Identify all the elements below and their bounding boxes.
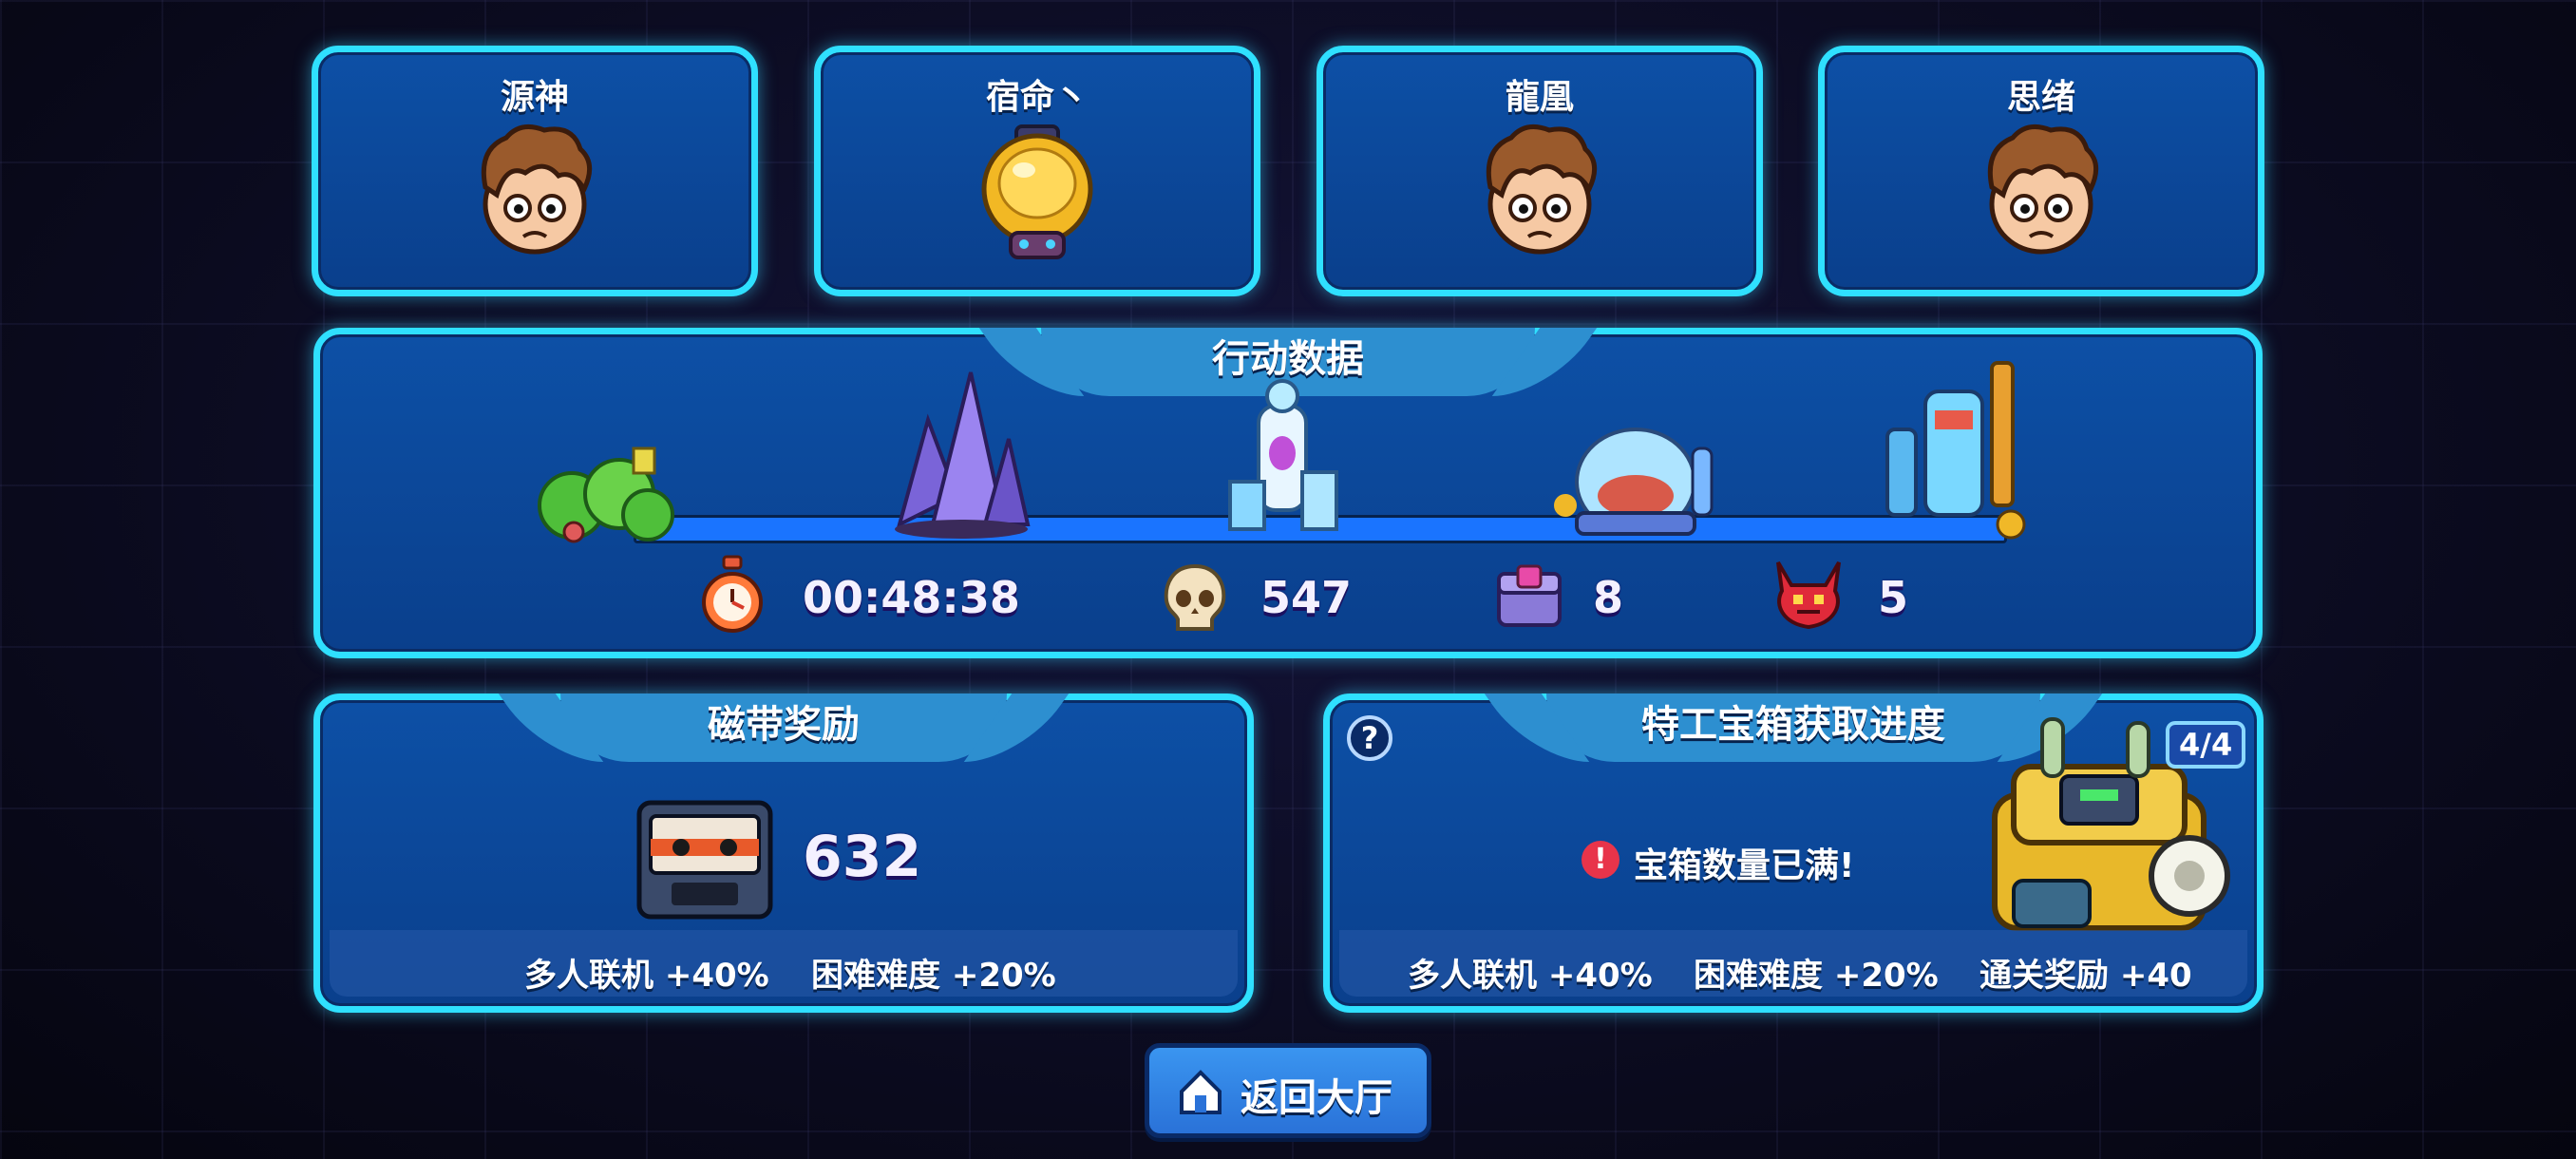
- player-card-2[interactable]: 宿命丶: [814, 46, 1260, 296]
- forest-stage-icon: [538, 446, 674, 543]
- skull-icon: [1164, 563, 1226, 631]
- player-card-1[interactable]: 源神: [312, 46, 758, 296]
- brown-hair-boy-icon: [481, 124, 593, 255]
- player-card-4[interactable]: 思绪: [1818, 46, 2264, 296]
- kills-value: 547: [1260, 572, 1353, 623]
- return-lobby-label: 返回大厅: [1241, 1076, 1392, 1120]
- chest-icon: [1497, 564, 1562, 627]
- brown-hair-boy-icon: [1486, 124, 1598, 255]
- tape-bonus-multiplayer: 多人联机 +40%: [524, 957, 769, 995]
- brown-hair-boy-icon: [1987, 124, 2099, 255]
- time-value: 00:48:38: [803, 572, 1020, 623]
- return-lobby-button[interactable]: 返回大厅: [1145, 1043, 1431, 1138]
- tape-reward-value: 632: [803, 824, 922, 890]
- action-data-panel: 行动数据 00:48:38 547 8 5: [313, 328, 2263, 658]
- stopwatch-icon: [702, 555, 763, 633]
- help-button[interactable]: ?: [1347, 715, 1392, 761]
- chest-progress-count: 4/4: [2166, 721, 2246, 769]
- tape-reward-title: 磁带奖励: [560, 694, 1007, 762]
- cassette-tape-icon: [636, 800, 773, 920]
- dome-stage-icon: [1554, 428, 1714, 536]
- home-icon: [1180, 1070, 1222, 1114]
- player-name: 宿命丶: [985, 78, 1089, 117]
- player-name: 源神: [500, 78, 569, 117]
- player-name: 龍凰: [1505, 78, 1574, 117]
- tape-bonus-strip: [330, 930, 1238, 997]
- tape-reward-panel: 磁带奖励 632 多人联机 +40% 困难难度 +20%: [313, 694, 1254, 1013]
- bosses-value: 5: [1878, 572, 1909, 623]
- gold-helmet-robot-icon: [981, 124, 1093, 259]
- machine-stage-icon: [1885, 361, 2026, 540]
- chest-bonus-clear: 通关奖励 +40: [1979, 957, 2192, 995]
- chest-bonus-multiplayer: 多人联机 +40%: [1408, 957, 1653, 995]
- demon-icon: [1776, 560, 1841, 630]
- warning-icon: !: [1582, 841, 1619, 879]
- tape-bonus-hard: 困难难度 +20%: [811, 957, 1056, 995]
- crystal-stage-icon: [895, 371, 1031, 539]
- player-name: 思绪: [2006, 78, 2075, 117]
- chests-value: 8: [1593, 572, 1624, 623]
- chest-bonus-hard: 困难难度 +20%: [1694, 957, 1939, 995]
- chest-full-warning: 宝箱数量已满!: [1634, 846, 1855, 885]
- player-card-3[interactable]: 龍凰: [1316, 46, 1763, 296]
- chest-progress-panel: 特工宝箱获取进度 ? ! 宝箱数量已满! 4/4 多人联机 +40% 困难难度 …: [1323, 694, 2263, 1013]
- ice-lab-stage-icon: [1228, 379, 1338, 531]
